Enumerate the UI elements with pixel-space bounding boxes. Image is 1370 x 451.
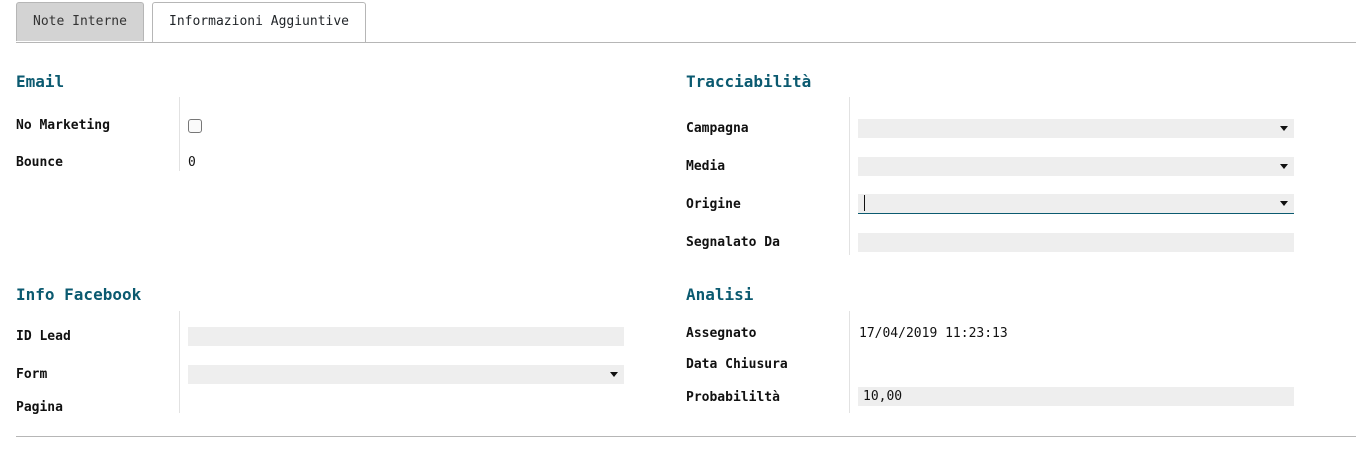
chevron-down-icon[interactable]	[1280, 201, 1288, 206]
section-title-email: Email	[16, 72, 65, 91]
divider	[849, 311, 850, 413]
text-cursor	[864, 195, 865, 211]
no-marketing-label: No Marketing	[16, 118, 110, 133]
section-title-info-facebook: Info Facebook	[16, 285, 142, 304]
chevron-down-icon[interactable]	[1280, 126, 1288, 131]
tab-note-interne[interactable]: Note Interne	[16, 2, 144, 41]
probabilita-label: Probabililtà	[686, 390, 780, 405]
bottom-divider	[16, 436, 1356, 437]
campagna-label: Campagna	[686, 121, 749, 136]
data-chiusura-label: Data Chiusura	[686, 357, 788, 372]
divider	[179, 311, 180, 413]
media-label: Media	[686, 159, 726, 174]
no-marketing-checkbox[interactable]	[188, 119, 202, 133]
notebook-tabs: Note Interne Informazioni Aggiuntive	[16, 0, 1356, 43]
chevron-down-icon[interactable]	[610, 372, 618, 377]
origine-label: Origine	[686, 197, 741, 212]
pagina-label: Pagina	[16, 400, 63, 415]
media-select[interactable]	[858, 157, 1294, 176]
divider	[849, 97, 850, 255]
divider	[179, 97, 180, 171]
id-lead-label: ID Lead	[16, 329, 71, 344]
tab-informazioni-aggiuntive[interactable]: Informazioni Aggiuntive	[152, 2, 367, 42]
chevron-down-icon[interactable]	[1280, 164, 1288, 169]
section-title-tracciabilita: Tracciabilità	[686, 72, 812, 91]
probabilita-value: 10,00	[863, 389, 903, 404]
id-lead-input[interactable]	[188, 327, 624, 346]
bounce-value: 0	[188, 155, 196, 170]
form-select[interactable]	[188, 365, 624, 384]
campagna-select[interactable]	[858, 119, 1294, 138]
probabilita-input[interactable]: 10,00	[858, 387, 1294, 406]
assegnato-value: 17/04/2019 11:23:13	[859, 326, 1008, 341]
segnalato-da-label: Segnalato Da	[686, 235, 780, 250]
segnalato-da-input[interactable]	[858, 233, 1294, 252]
assegnato-label: Assegnato	[686, 326, 757, 341]
origine-select[interactable]	[858, 194, 1294, 214]
section-title-analisi: Analisi	[686, 285, 754, 304]
form-label: Form	[16, 367, 48, 382]
bounce-label: Bounce	[16, 155, 63, 170]
